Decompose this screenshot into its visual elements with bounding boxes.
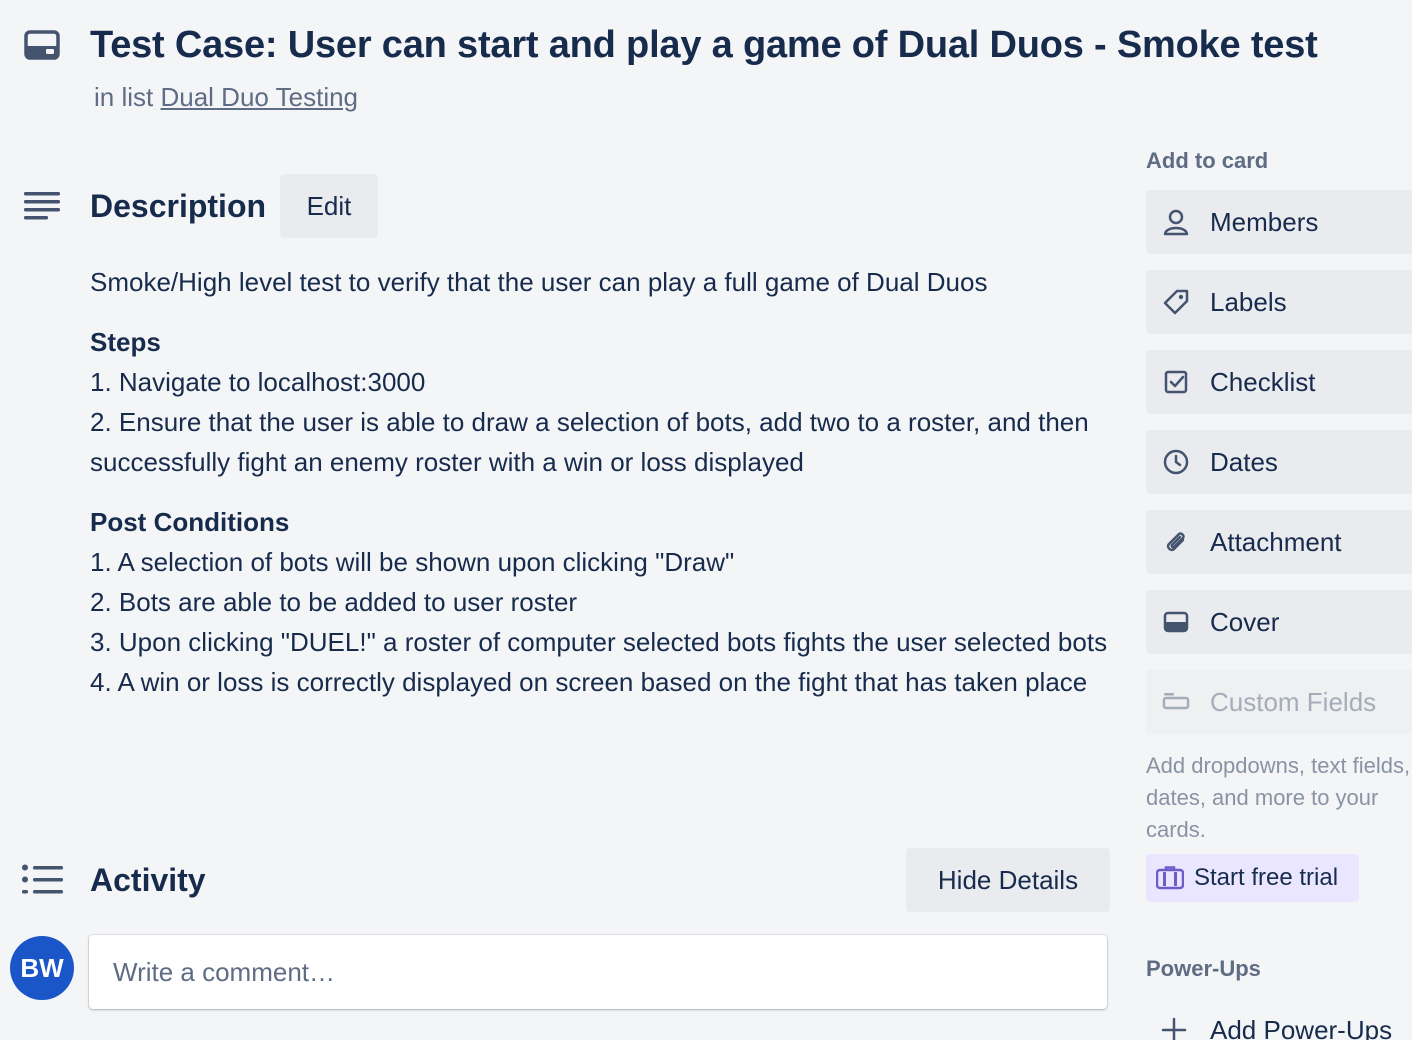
labels-label: Labels xyxy=(1210,287,1287,317)
members-button[interactable]: Members xyxy=(1146,190,1412,254)
step-item: 1. Navigate to localhost:3000 xyxy=(90,367,426,397)
custom-fields-help-text: Add dropdowns, text fields, dates, and m… xyxy=(1146,753,1411,842)
person-icon xyxy=(1162,208,1190,236)
list-prefix: in list xyxy=(94,82,154,112)
cover-label: Cover xyxy=(1210,607,1280,637)
labels-button[interactable]: Labels xyxy=(1146,270,1412,334)
clock-icon xyxy=(1162,448,1190,476)
edit-description-button[interactable]: Edit xyxy=(280,174,378,238)
cover-button[interactable]: Cover xyxy=(1146,590,1412,654)
comment-input[interactable]: Write a comment… xyxy=(89,935,1107,1009)
members-label: Members xyxy=(1210,207,1319,237)
list-link[interactable]: Dual Duo Testing xyxy=(160,82,358,112)
description-heading: Description xyxy=(90,188,267,224)
paperclip-icon xyxy=(1162,528,1190,556)
add-to-card-heading: Add to card xyxy=(1146,148,1269,173)
card-title[interactable]: Test Case: User can start and play a gam… xyxy=(90,24,1318,67)
cover-icon xyxy=(1162,608,1190,636)
power-ups-heading: Power-Ups xyxy=(1146,956,1261,981)
custom-fields-label: Custom Fields xyxy=(1210,687,1377,717)
post-conditions-section: Post Conditions 1. A selection of bots w… xyxy=(90,502,1110,702)
briefcase-icon xyxy=(1156,866,1184,890)
start-free-trial-button[interactable]: Start free trial xyxy=(1146,854,1359,902)
checklist-button[interactable]: Checklist xyxy=(1146,350,1412,414)
post-condition-item: 4. A win or loss is correctly displayed … xyxy=(90,667,1088,697)
description-body[interactable]: Smoke/High level test to verify that the… xyxy=(90,262,1110,722)
activity-heading: Activity xyxy=(90,862,206,898)
custom-fields-button: Custom Fields xyxy=(1146,670,1412,734)
checkbox-icon xyxy=(1162,368,1190,396)
description-intro: Smoke/High level test to verify that the… xyxy=(90,267,988,297)
attachment-label: Attachment xyxy=(1210,527,1342,557)
plus-icon xyxy=(1160,1016,1188,1040)
hide-details-button[interactable]: Hide Details xyxy=(906,848,1110,912)
dates-button[interactable]: Dates xyxy=(1146,430,1412,494)
list-reference: in list Dual Duo Testing xyxy=(94,82,358,113)
avatar[interactable]: BW xyxy=(10,936,74,1000)
post-condition-item: 2. Bots are able to be added to user ros… xyxy=(90,587,578,617)
card-icon xyxy=(24,30,60,60)
description-icon xyxy=(24,190,62,222)
steps-heading: Steps xyxy=(90,327,161,357)
post-condition-item: 3. Upon clicking "DUEL!" a roster of com… xyxy=(90,627,1108,657)
start-free-trial-label: Start free trial xyxy=(1194,864,1339,891)
card-detail-page: Test Case: User can start and play a gam… xyxy=(0,0,1412,1040)
post-conditions-heading: Post Conditions xyxy=(90,507,290,537)
steps-section: Steps 1. Navigate to localhost:3000 2. E… xyxy=(90,322,1110,482)
post-condition-item: 1. A selection of bots will be shown upo… xyxy=(90,547,735,577)
checklist-label: Checklist xyxy=(1210,367,1316,397)
add-power-ups-label: Add Power-Ups xyxy=(1210,1015,1393,1040)
dates-label: Dates xyxy=(1210,447,1278,477)
custom-fields-icon xyxy=(1162,688,1190,716)
attachment-button[interactable]: Attachment xyxy=(1146,510,1412,574)
activity-icon xyxy=(22,864,64,896)
tag-icon xyxy=(1162,288,1190,316)
step-item: 2. Ensure that the user is able to draw … xyxy=(90,407,1089,477)
